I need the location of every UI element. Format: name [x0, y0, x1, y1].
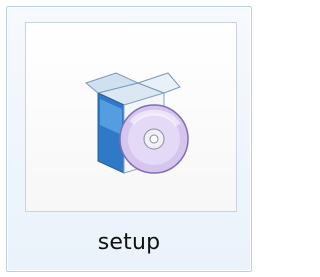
setup-installer-icon [76, 65, 196, 185]
file-thumbnail[interactable] [25, 22, 237, 212]
desktop-file-setup[interactable]: setup [6, 6, 252, 272]
file-name-label: setup [97, 230, 161, 255]
